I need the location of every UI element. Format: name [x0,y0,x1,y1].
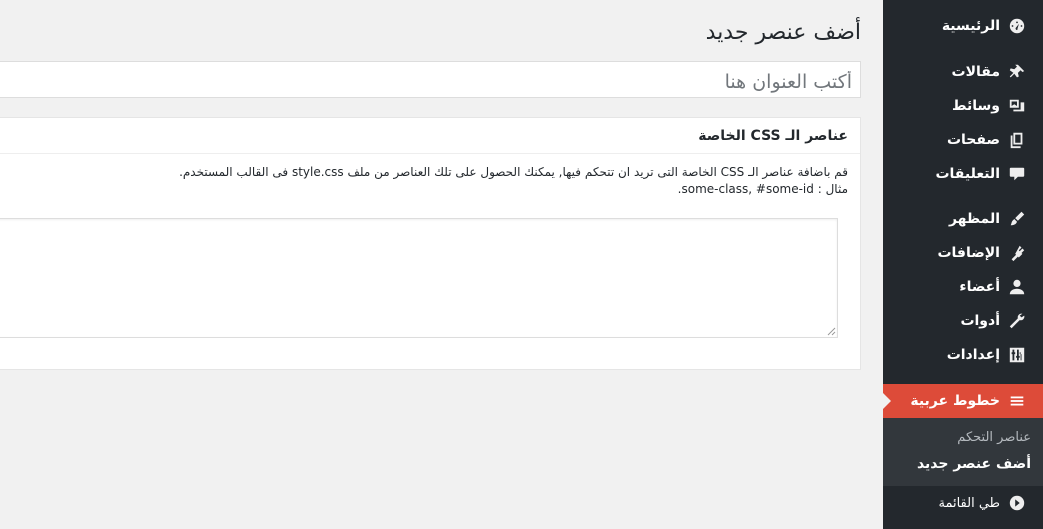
description-text: قم باضافة عناصر الـ CSS الخاصة التى تريد… [179,165,848,179]
sidebar-item-pages[interactable]: صفحات [883,123,1043,157]
collapse-menu-label: طي القائمة [938,495,1000,511]
dashboard-icon [1007,16,1027,36]
sidebar-item-label: إعدادات [946,347,1000,363]
sidebar-item-label: الإضافات [937,245,1000,261]
title-input[interactable] [0,61,861,98]
example-value: .some-class, #some-id [677,182,814,196]
main-content: أضف عنصر جديد عناصر الـ CSS الخاصة قم با… [0,0,883,529]
sidebar-item-label: وسائط [952,98,1000,114]
sidebar-item-label: المظهر [948,211,1000,227]
wrench-icon [1007,311,1027,331]
sidebar-submenu: عناصر التحكم أضف عنصر جديد [883,418,1043,486]
sidebar-item-posts[interactable]: مقالات [883,55,1043,89]
sidebar-item-label: مقالات [951,64,1001,80]
menu-lines-icon [1007,391,1027,411]
current-menu-arrow [883,393,891,409]
sidebar-item-users[interactable]: أعضاء [883,270,1043,304]
sidebar-item-arabic-fonts[interactable]: خطوط عربية [883,384,1043,418]
sidebar-item-settings[interactable]: إعدادات [883,338,1043,372]
postbox-header: عناصر الـ CSS الخاصة [0,118,860,154]
submenu-item-controls[interactable]: عناصر التحكم [883,430,1043,445]
play-circle-icon [1007,493,1027,513]
sidebar-item-media[interactable]: وسائط [883,89,1043,123]
sidebar-item-label: صفحات [946,132,1000,148]
user-icon [1007,277,1027,297]
css-elements-textarea[interactable] [0,218,838,338]
admin-sidebar: الرئيسية مقالات وسائط صفحات التعليقات ال… [883,0,1043,529]
pages-icon [1007,130,1027,150]
sidebar-item-label: الرئيسية [941,18,1000,34]
pushpin-icon [1007,62,1027,82]
media-icon [1007,96,1027,116]
plugin-icon [1007,243,1027,263]
postbox-title: عناصر الـ CSS الخاصة [698,128,848,144]
paintbrush-icon [1007,209,1027,229]
sidebar-item-dashboard[interactable]: الرئيسية [883,9,1043,43]
settings-icon [1007,345,1027,365]
sidebar-item-plugins[interactable]: الإضافات [883,236,1043,270]
sidebar-item-label: أعضاء [959,279,1000,295]
sidebar-item-label: خطوط عربية [910,393,1000,409]
submenu-item-add-new[interactable]: أضف عنصر جديد [883,456,1043,472]
page-title: أضف عنصر جديد [705,20,861,45]
sidebar-item-comments[interactable]: التعليقات [883,157,1043,191]
example-text: مثال : .some-class, #some-id [678,181,848,198]
comment-icon [1007,164,1027,184]
sidebar-item-appearance[interactable]: المظهر [883,202,1043,236]
sidebar-item-label: التعليقات [935,166,1000,182]
collapse-menu-button[interactable]: طي القائمة [883,486,1043,520]
sidebar-item-tools[interactable]: أدوات [883,304,1043,338]
sidebar-item-label: أدوات [960,313,1000,329]
css-elements-box: عناصر الـ CSS الخاصة قم باضافة عناصر الـ… [0,117,861,370]
example-label: مثال : [817,182,848,196]
resize-grip-icon[interactable] [826,326,836,336]
